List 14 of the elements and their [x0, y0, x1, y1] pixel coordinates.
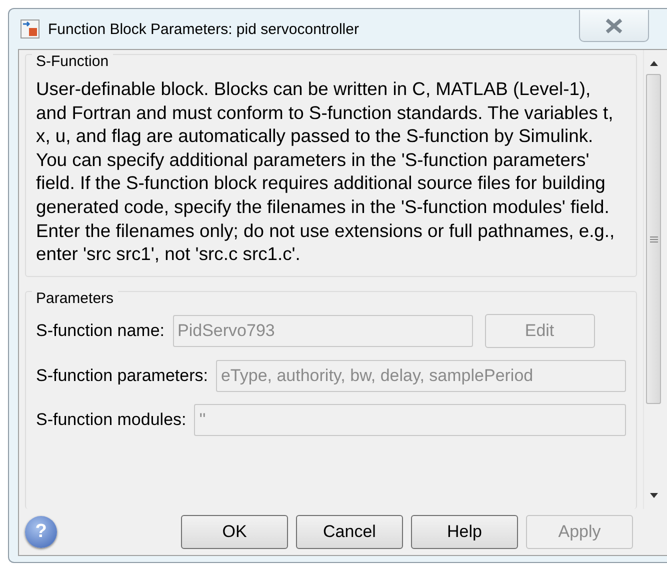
dialog-button[interactable]: Cancel	[296, 515, 403, 549]
field-label: S-function parameters:	[36, 366, 208, 386]
field-label: S-function modules:	[36, 410, 186, 430]
grip-icon	[650, 236, 658, 242]
scrollbar[interactable]	[643, 50, 663, 509]
close-button[interactable]	[579, 10, 649, 42]
field-label: S-function name:	[36, 320, 165, 341]
window-title: Function Block Parameters: pid servocontroller	[48, 20, 360, 38]
dialog-button[interactable]: Help	[411, 515, 518, 549]
block-icon	[20, 19, 40, 39]
close-icon	[603, 18, 625, 34]
help-icon[interactable]: ?	[25, 516, 57, 548]
description-text: User-definable block. Blocks can be written in C, MATLAB (Level-1), and Fortran and must conform to S-function standards. The variables t, x, u, and flag are automatically passed to the S-function by Simulink. You can specify additional parameters in the 'S-function parameters' field. If the S-function block requires additional source files for building generated code, specify the filenames in the 'S-function modules' field. Enter the filenames only; do not use extensions or full pathnames, e.g., enter 'src src1', not 'src.c src1.c'.	[36, 77, 616, 266]
dialog-button[interactable]: OK	[181, 515, 288, 549]
